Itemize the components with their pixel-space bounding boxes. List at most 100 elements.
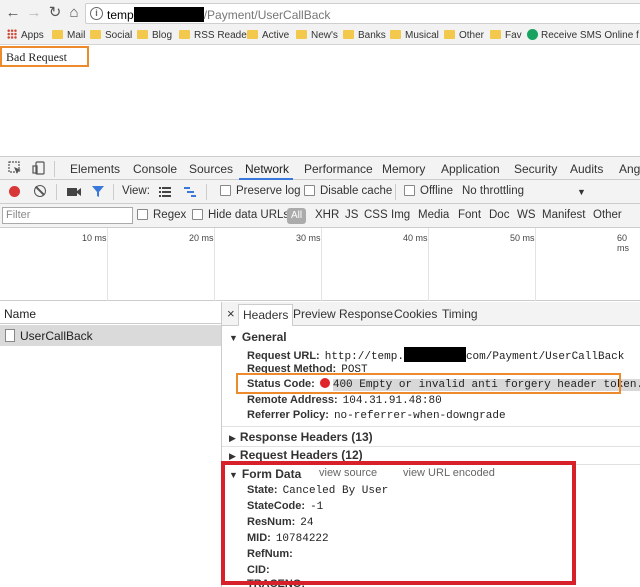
tab-preview[interactable]: Preview — [293, 307, 336, 321]
bookmark-fav[interactable]: Fav — [490, 29, 522, 42]
form-data-highlight — [221, 461, 576, 585]
bookmark-receive-sms[interactable]: Receive SMS Online f — [527, 29, 639, 42]
back-arrow-icon[interactable]: ← — [5, 5, 21, 21]
timeline-gridline — [321, 228, 322, 301]
filter-type-xhr[interactable]: XHR — [315, 209, 339, 221]
timeline-gridline — [107, 228, 108, 301]
home-icon[interactable]: ⌂ — [66, 5, 82, 21]
waterfall-icon[interactable] — [183, 184, 197, 198]
divider — [54, 161, 55, 177]
bookmarks-bar: Apps Mail Social Blog RSS Reader Active … — [0, 27, 640, 45]
folder-icon — [390, 30, 401, 39]
bookmark-social[interactable]: Social — [90, 29, 132, 42]
status-code-highlight — [236, 373, 621, 394]
checkbox-box[interactable] — [137, 209, 148, 220]
filter-type-doc[interactable]: Doc — [489, 209, 509, 221]
apps-grid-icon — [7, 29, 17, 39]
throttling-select[interactable]: No throttling — [462, 185, 524, 197]
filter-type-all[interactable]: All — [287, 208, 306, 224]
request-row[interactable]: UserCallBack — [0, 325, 221, 346]
filter-type-css[interactable]: CSS — [364, 209, 388, 221]
tab-sources[interactable]: Sources — [189, 162, 233, 176]
tab-performance[interactable]: Performance — [304, 162, 373, 176]
checkbox-box[interactable] — [304, 185, 315, 196]
forward-arrow-icon[interactable]: → — [26, 5, 42, 21]
response-headers-section-header[interactable]: ▶ Response Headers (13) — [229, 430, 373, 444]
filter-type-other[interactable]: Other — [593, 209, 622, 221]
tab-console[interactable]: Console — [133, 162, 177, 176]
filter-type-font[interactable]: Font — [458, 209, 481, 221]
checkbox-box[interactable] — [220, 185, 231, 196]
bookmark-blog[interactable]: Blog — [137, 29, 172, 42]
tab-security[interactable]: Security — [514, 162, 557, 176]
detail-tab-bar: × Headers Preview Response Cookies Timin… — [222, 302, 640, 326]
info-icon[interactable]: i — [90, 7, 103, 20]
redacted-block — [403, 347, 466, 362]
checkbox-box[interactable] — [404, 185, 415, 196]
tab-cookies[interactable]: Cookies — [394, 307, 437, 321]
timeline-tick: 50 ms — [510, 233, 535, 243]
timeline-tick: 20 ms — [189, 233, 214, 243]
reload-icon[interactable]: ↻ — [47, 5, 63, 21]
triangle-down-icon: ▼ — [229, 333, 238, 343]
camera-icon[interactable] — [66, 184, 81, 198]
offline-checkbox[interactable]: Offline — [404, 185, 453, 197]
folder-icon — [444, 30, 455, 39]
tab-memory[interactable]: Memory — [382, 162, 425, 176]
preserve-log-checkbox[interactable]: Preserve log — [220, 185, 301, 197]
timeline-overview[interactable]: 10 ms 20 ms 30 ms 40 ms 50 ms 60 ms — [0, 228, 640, 301]
folder-icon — [296, 30, 307, 39]
filter-type-media[interactable]: Media — [418, 209, 449, 221]
bookmark-other[interactable]: Other — [444, 29, 484, 42]
device-toolbar-icon[interactable] — [32, 161, 46, 175]
tab-timing[interactable]: Timing — [442, 307, 478, 321]
bookmark-mail[interactable]: Mail — [52, 29, 85, 42]
tab-application[interactable]: Application — [441, 162, 500, 176]
address-bar-row: ← → ↻ ⌂ i temp/Payment/UserCallBack — [0, 0, 640, 27]
bookmark-musical[interactable]: Musical — [390, 29, 439, 42]
bookmark-news[interactable]: New's — [296, 29, 338, 42]
filter-bar: Filter Regex Hide data URLs All XHR JS C… — [0, 204, 640, 228]
url-input[interactable]: i temp/Payment/UserCallBack — [85, 3, 640, 24]
hide-data-urls-checkbox[interactable]: Hide data URLs — [192, 209, 289, 221]
filter-type-manifest[interactable]: Manifest — [542, 209, 585, 221]
throttling-dropdown-icon[interactable]: ▼ — [577, 187, 586, 197]
network-toolbar: View: Preserve log Disable cache Offline… — [0, 180, 640, 204]
url-text: temp/Payment/UserCallBack — [107, 7, 331, 22]
filter-input[interactable]: Filter — [2, 207, 133, 224]
filter-type-js[interactable]: JS — [345, 209, 358, 221]
filter-type-img[interactable]: Img — [391, 209, 410, 221]
inspect-element-icon[interactable] — [8, 161, 22, 175]
regex-checkbox[interactable]: Regex — [137, 209, 186, 221]
request-headers-section-header[interactable]: ▶ Request Headers (12) — [229, 448, 363, 462]
checkbox-box[interactable] — [192, 209, 203, 220]
bad-request-message: Bad Request — [0, 46, 89, 67]
tab-elements[interactable]: Elements — [70, 162, 120, 176]
tab-network[interactable]: Network — [245, 162, 289, 176]
name-column-header[interactable]: Name — [0, 302, 221, 324]
document-icon — [5, 329, 15, 342]
tab-response[interactable]: Response — [339, 307, 393, 321]
disable-cache-checkbox[interactable]: Disable cache — [304, 185, 392, 197]
bookmark-rss-reader[interactable]: RSS Reader — [179, 29, 250, 42]
bookmark-banks[interactable]: Banks — [343, 29, 386, 42]
bookmark-active[interactable]: Active — [247, 29, 289, 42]
remote-address-row: Remote Address: 104.31.91.48:80 — [247, 394, 442, 407]
triangle-right-icon: ▶ — [229, 433, 236, 443]
tab-headers[interactable]: Headers — [238, 304, 294, 326]
redacted-block — [133, 7, 204, 22]
request-name: UserCallBack — [20, 329, 93, 343]
tab-audits[interactable]: Audits — [570, 162, 603, 176]
general-section-header[interactable]: ▼ General — [229, 330, 287, 344]
timeline-tick: 10 ms — [82, 233, 107, 243]
filter-icon[interactable] — [91, 184, 105, 198]
filter-type-ws[interactable]: WS — [517, 209, 536, 221]
divider — [113, 184, 114, 200]
clear-button[interactable] — [34, 185, 46, 197]
large-rows-icon[interactable] — [158, 184, 172, 198]
bookmark-apps[interactable]: Apps — [7, 29, 44, 42]
divider — [395, 184, 396, 200]
close-icon[interactable]: × — [227, 306, 235, 321]
tab-more[interactable]: Angu — [619, 162, 640, 176]
record-button[interactable] — [9, 186, 20, 197]
